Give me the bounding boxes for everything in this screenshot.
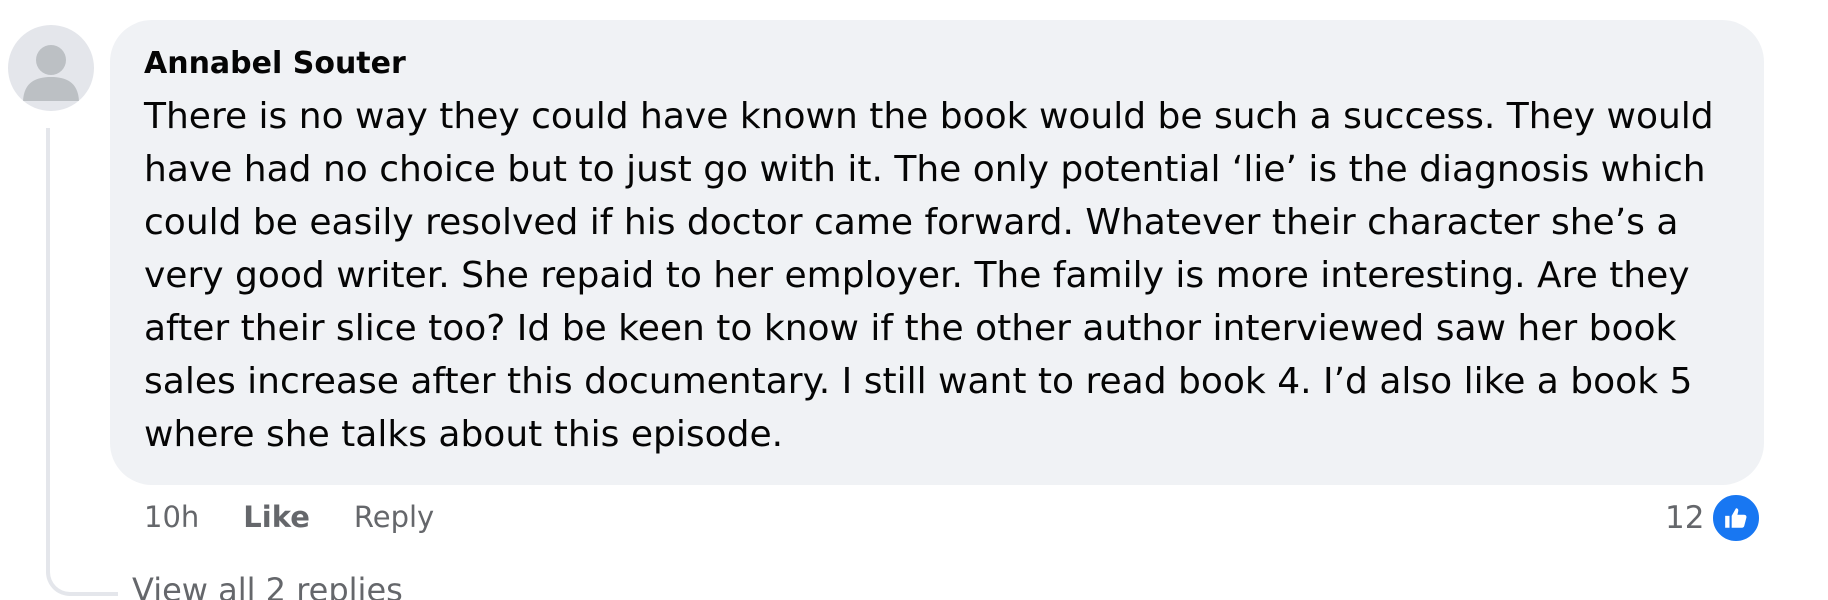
reply-thread-line	[46, 128, 118, 596]
reaction-count: 12	[1665, 500, 1705, 536]
reaction-summary[interactable]: 12	[1665, 492, 1763, 544]
comment-author[interactable]: Annabel Souter	[144, 44, 1736, 84]
comment-actions: 10h Like Reply	[144, 497, 434, 537]
comment-bubble: Annabel Souter There is no way they coul…	[110, 20, 1764, 485]
thumbs-up-icon	[1710, 492, 1763, 544]
comment-thread: Annabel Souter There is no way they coul…	[0, 0, 1828, 600]
default-profile-icon	[23, 45, 79, 101]
view-replies-link[interactable]: View all 2 replies	[132, 570, 403, 600]
comment-text: There is no way they could have known th…	[144, 96, 1714, 455]
like-button[interactable]: Like	[243, 500, 310, 534]
reply-button[interactable]: Reply	[354, 500, 434, 534]
comment-timestamp[interactable]: 10h	[144, 500, 199, 534]
avatar[interactable]	[8, 25, 94, 111]
